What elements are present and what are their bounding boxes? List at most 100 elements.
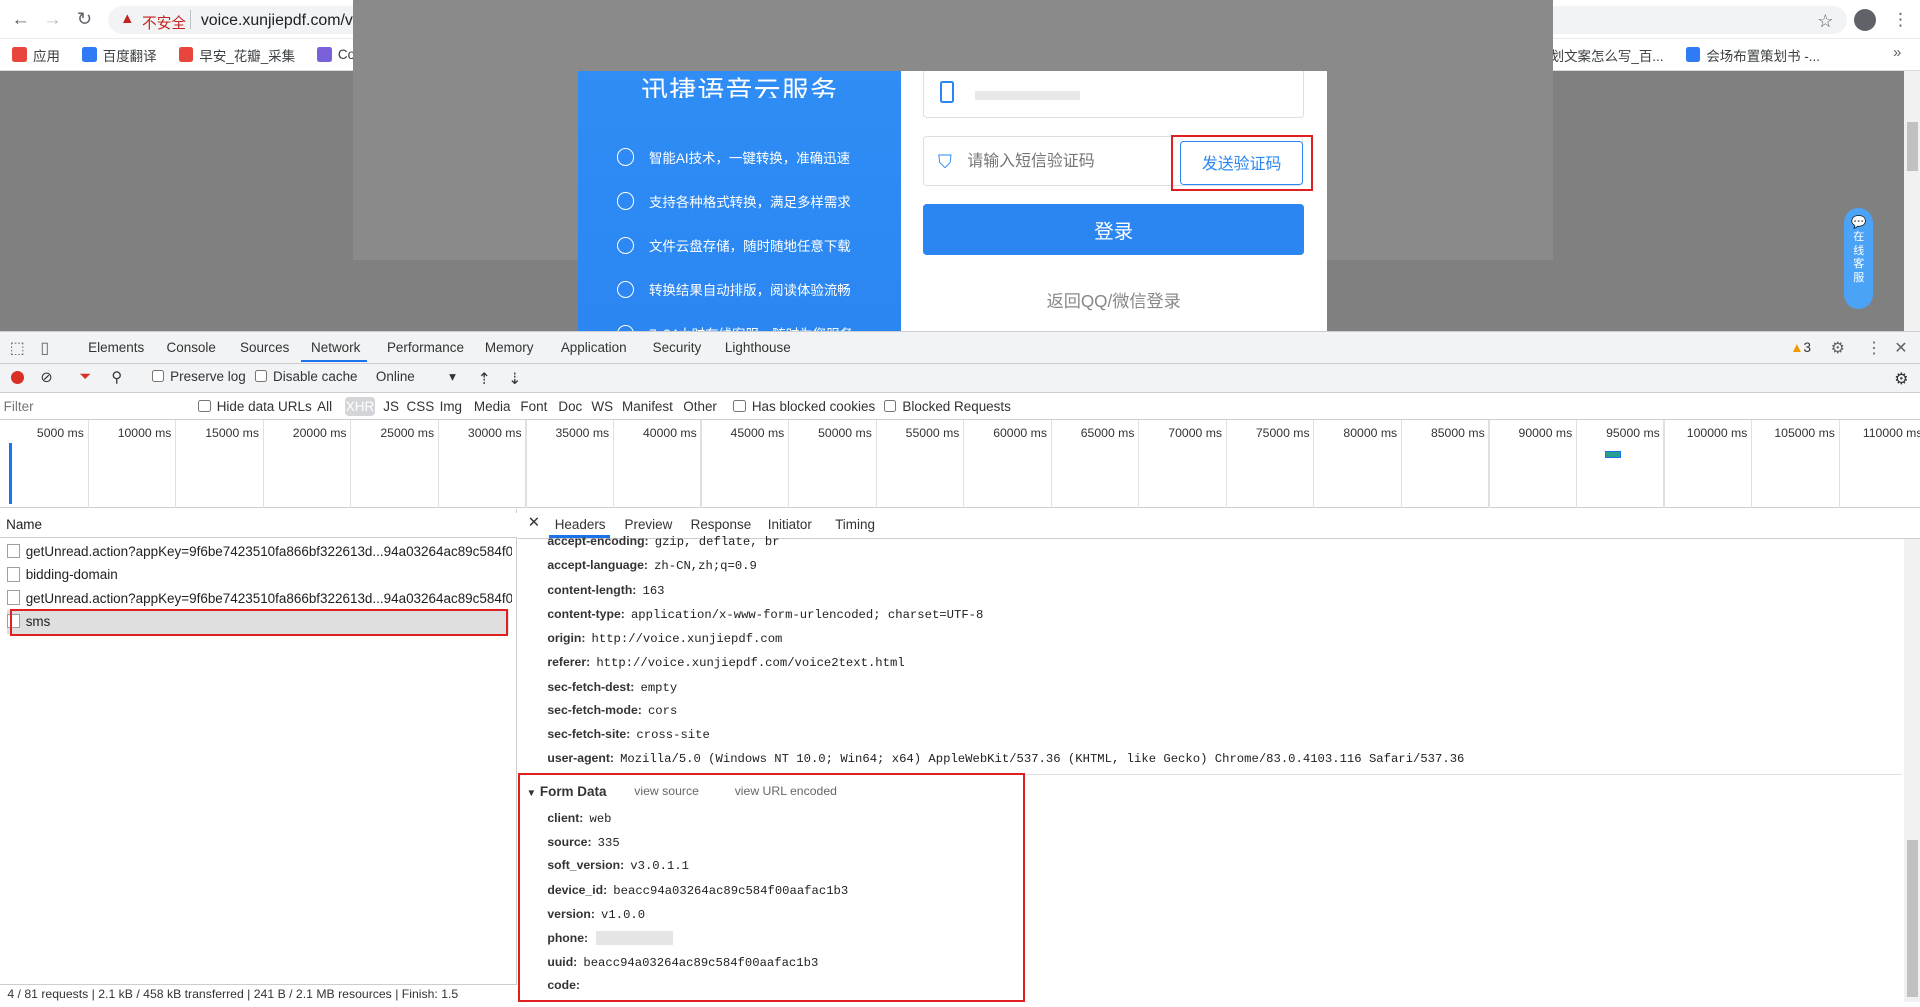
detail-tab-preview[interactable]: Preview [624,517,672,532]
bookmark-item[interactable]: 早安_花瓣_采集 [178,45,295,65]
filter-type-other[interactable]: Other [683,399,717,414]
tab-performance[interactable]: Performance [387,340,464,355]
filter-type-img[interactable]: Img [440,399,462,414]
import-har-icon[interactable]: ⇡ [478,369,491,389]
filter-type-js[interactable]: JS [383,399,399,414]
close-devtools-icon[interactable]: ✕ [1894,338,1907,358]
header-value: application/x-www-form-urlencoded; chars… [630,608,984,623]
timeline-gridline [963,420,965,509]
network-settings-gear-icon[interactable]: ⚙ [1894,369,1908,389]
login-button[interactable]: 登录 [923,204,1305,255]
inspect-element-icon[interactable]: ⬚ [10,338,25,358]
phone-value-masked [974,90,1080,101]
back-icon[interactable]: ← [9,7,33,31]
preserve-log-checkbox[interactable]: Preserve log [151,369,246,384]
forward-icon[interactable]: → [40,7,64,31]
request-row[interactable]: getUnread.action?appKey=9f6be7423510fa86… [7,540,512,563]
bookmarks-overflow-icon[interactable]: » [1893,45,1901,61]
reload-icon[interactable]: ↻ [72,7,96,31]
feature-text: 智能AI技术，一键转换，准确迅速 [648,150,851,166]
detail-tab-timing[interactable]: Timing [835,517,875,532]
qq-wechat-login-link[interactable]: 返回QQ/微信登录 [923,287,1304,312]
search-icon[interactable]: ⚲ [111,369,122,386]
filter-type-ws[interactable]: WS [591,399,613,414]
request-row[interactable]: bidding-domain [7,563,511,586]
tab-security[interactable]: Security [653,340,702,355]
header-name: sec-fetch-dest: [547,679,635,694]
timeline-gridline [1138,420,1140,509]
chevron-down-icon: ▾ [449,368,456,384]
detail-tab-response[interactable]: Response [691,517,752,532]
close-details-icon[interactable]: ✕ [528,514,540,531]
page-scrollbar[interactable] [1904,71,1920,331]
details-scrollbar-thumb[interactable] [1906,840,1918,997]
request-header-row: accept-encoding: gzip, deflate, br [547,534,779,549]
timeline-tick-label: 50000 ms [818,426,872,441]
page-scrollbar-thumb[interactable] [1906,122,1918,172]
tab-elements[interactable]: Elements [88,340,144,355]
header-name: content-type: [547,607,625,622]
tab-application[interactable]: Application [561,340,627,355]
bookmark-item[interactable]: 会场布置策划书 -... [1685,45,1820,65]
tab-sources[interactable]: Sources [240,340,289,355]
request-header-row: sec-fetch-site: cross-site [547,727,709,742]
request-header-row: sec-fetch-mode: cors [547,703,677,718]
bookmark-star-icon[interactable]: ☆ [1817,10,1833,32]
tab-network[interactable]: Network [311,340,360,355]
feature-icon [617,236,635,254]
filter-icon[interactable]: ⏷ [80,369,92,385]
timeline-gridline [1050,420,1052,509]
request-name: bidding-domain [25,567,118,583]
hide-data-urls-label: Hide data URLs [216,399,312,415]
hide-data-urls-checkbox[interactable]: Hide data URLs [198,399,312,415]
export-har-icon[interactable]: ⇣ [508,369,521,389]
timeline-tick-label: 55000 ms [905,426,960,441]
bookmark-item[interactable]: 应用 [12,45,60,65]
request-row[interactable]: getUnread.action?appKey=9f6be7423510fa86… [7,587,512,610]
has-blocked-cookies-checkbox[interactable]: Has blocked cookies [733,399,875,414]
filter-input[interactable] [3,396,182,417]
tab-console[interactable]: Console [167,340,216,355]
settings-gear-icon[interactable]: ⚙ [1831,338,1845,358]
feature-item: 支持各种格式转换，满足多样需求 [617,191,851,211]
filter-type-css[interactable]: CSS [407,399,435,414]
bookmark-favicon-icon [317,47,332,62]
timeline-gridline [175,420,177,509]
filter-type-font[interactable]: Font [520,399,547,414]
bookmark-item[interactable]: 百度翻译 [81,45,157,65]
account-avatar-icon[interactable] [1853,8,1876,31]
warning-icon: ▲ [1790,340,1804,356]
timeline-tick-label: 60000 ms [993,426,1047,441]
insecure-label[interactable]: 不安全 [142,12,186,33]
name-column-header[interactable]: Name [0,513,517,538]
blocked-requests-checkbox[interactable]: Blocked Requests [884,399,1011,414]
filter-type-xhr[interactable]: XHR [345,396,375,417]
bookmark-favicon-icon [1685,47,1701,62]
detail-tab-headers[interactable]: Headers [555,517,606,532]
detail-tab-initiator[interactable]: Initiator [768,517,812,532]
disable-cache-checkbox[interactable]: Disable cache [254,369,358,384]
timeline-gridline [525,420,527,509]
filter-type-all[interactable]: All [317,399,332,414]
devtools-menu-icon[interactable]: ⋮ [1866,338,1882,358]
header-name: referer: [547,655,591,670]
header-name: user-agent: [547,750,614,765]
throttle-select[interactable]: Online ▾ [376,369,456,385]
timeline-tick-label: 70000 ms [1168,426,1223,441]
header-value: cross-site [636,728,710,743]
timeline-gridline [1488,420,1490,509]
sms-code-input[interactable] [967,144,1164,179]
menu-kebab-icon[interactable]: ⋮ [1892,9,1909,30]
tab-lighthouse[interactable]: Lighthouse [725,340,791,355]
clear-icon[interactable]: ⊘ [40,369,52,386]
online-service-button[interactable]: 💬 在线客服 [1844,208,1874,309]
filter-type-media[interactable]: Media [474,399,511,414]
bookmark-favicon-icon [81,47,97,62]
tab-memory[interactable]: Memory [485,340,534,355]
warning-icon[interactable]: ▲ [120,11,135,27]
filter-type-doc[interactable]: Doc [558,399,582,414]
device-toolbar-icon[interactable]: ▯ [40,338,49,358]
warnings-badge[interactable]: ▲3 [1790,340,1811,355]
request-header-row: user-agent: Mozilla/5.0 (Windows NT 10.0;… [547,751,1464,766]
filter-type-manifest[interactable]: Manifest [622,399,673,414]
